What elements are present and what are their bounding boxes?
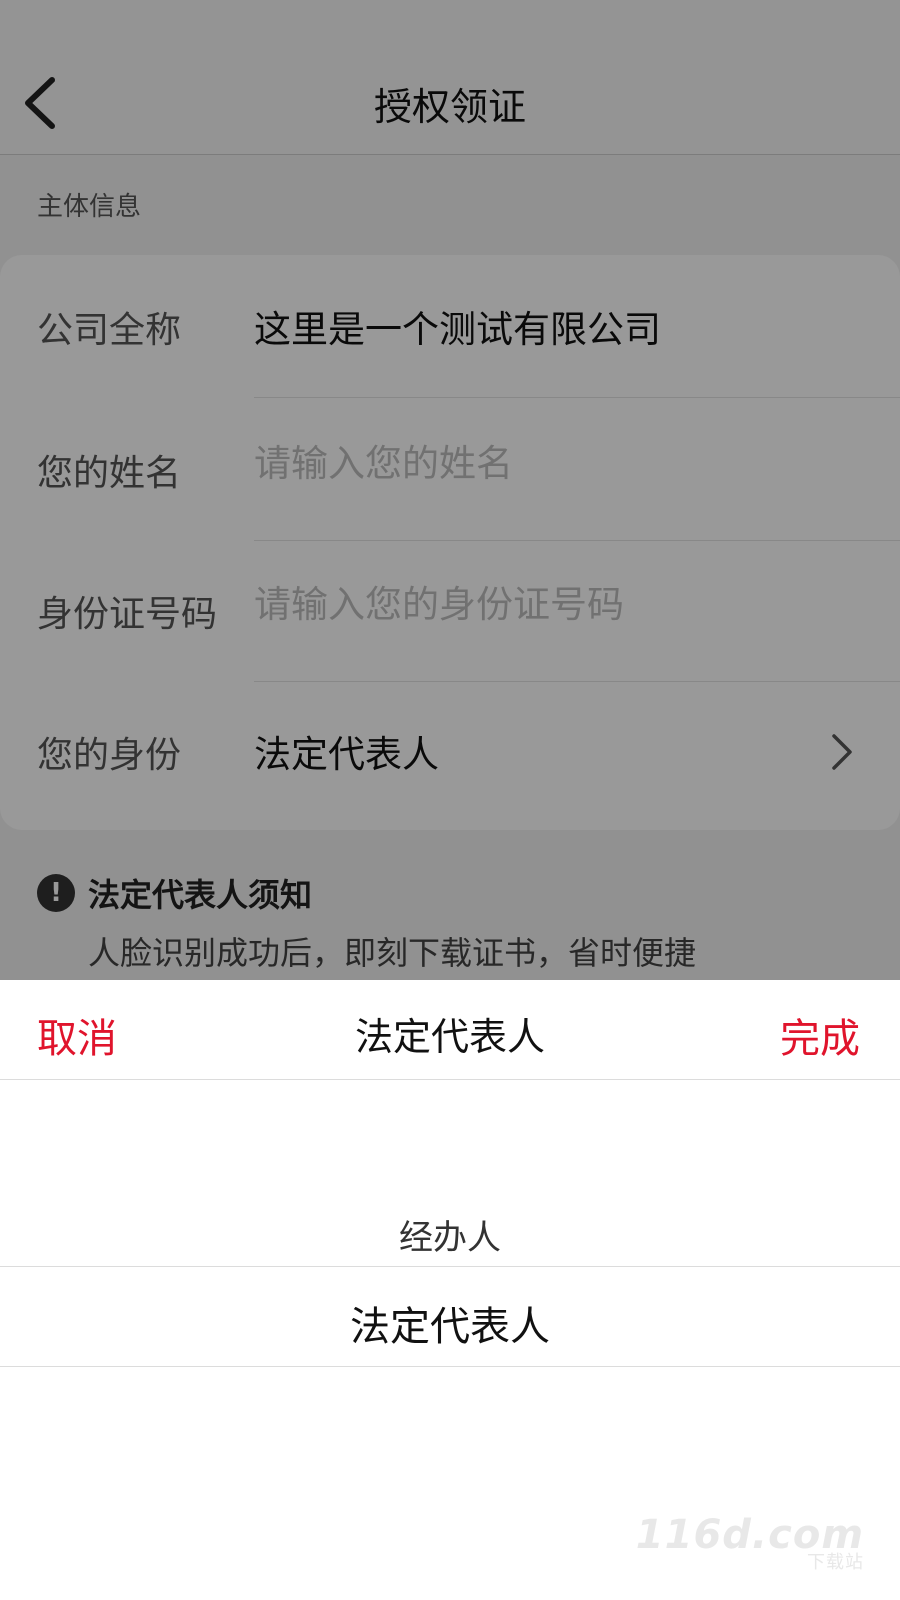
picker-wheel[interactable]: 经办人 法定代表人: [0, 1080, 900, 1580]
picker-option-selected[interactable]: 法定代表人: [0, 1294, 900, 1352]
selection-line: [0, 1366, 900, 1367]
cancel-button[interactable]: 取消: [37, 1006, 117, 1064]
picker-option[interactable]: 经办人: [0, 1210, 900, 1259]
done-button[interactable]: 完成: [780, 1006, 860, 1064]
picker-toolbar: 取消 法定代表人 完成: [0, 980, 900, 1080]
watermark: 116d.com 下载站: [636, 1512, 864, 1574]
modal-overlay[interactable]: [0, 0, 900, 980]
picker-sheet: 取消 法定代表人 完成 经办人 法定代表人 116d.com 下载站: [0, 980, 900, 1600]
picker-title: 法定代表人: [354, 1015, 545, 1059]
selection-line: [0, 1266, 900, 1267]
